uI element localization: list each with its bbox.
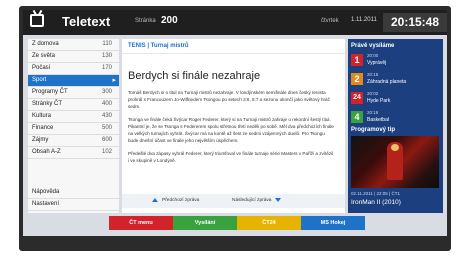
sidebar-item-label: Stránky ČT [32, 101, 63, 107]
now-heading: Právě vysíláme [351, 43, 395, 49]
channel-show: Vyprávěj [367, 60, 387, 66]
previous-article-label: Předchozí zpráva [162, 198, 200, 203]
page-label: Stránka [135, 18, 156, 24]
sidebar-item-nastaveni[interactable]: Nastavení [28, 199, 119, 211]
channel-logo-icon: 2 [351, 73, 363, 85]
right-panel: Právě vysíláme 1 20:00 Vyprávěj 2 20:15 … [348, 39, 443, 213]
sidebar-item-label: Obsah A-Z [32, 149, 61, 155]
promo-title[interactable]: IronMan II (2010) [351, 199, 401, 206]
page-num: 500 [101, 125, 112, 131]
sidebar-item-pocasi[interactable]: Počasí 170 [28, 63, 119, 75]
sidebar-item-stranky-ct[interactable]: Stránky ČT 400 [28, 99, 119, 111]
previous-article-button[interactable]: Předchozí zpráva [152, 196, 199, 206]
sidebar-item-z-domova[interactable]: Z domova 110 [28, 39, 119, 51]
channel-logo-icon: 4 [351, 111, 363, 123]
article-paragraph: Předešlé dva zápasy vyhrál Federer, kter… [128, 151, 334, 163]
sidebar-item-napoveda[interactable]: Nápověda [28, 187, 119, 199]
page-number[interactable]: 200 [161, 15, 178, 26]
channel-show: Záhradná planeta [367, 79, 407, 85]
sidebar-item-finance[interactable]: Finance 500 [28, 123, 119, 135]
channel-logo-icon: 1 [351, 54, 363, 66]
article-section: TENIS | Turnaj mistrů [128, 43, 189, 49]
article-title: Berdych si finále nezahraje [128, 70, 261, 82]
article-panel: TENIS | Turnaj mistrů Berdych si finále … [122, 39, 345, 213]
article-body: Tomáš Berdych si o titul na Turnaji mist… [128, 89, 335, 170]
channel-time: 20:15 [367, 72, 379, 77]
channel-row[interactable]: 4 20:18 Basketbal [351, 109, 439, 127]
arrow-down-icon [275, 197, 282, 202]
page-num: 102 [101, 149, 112, 155]
channel-show: Hyde Park [367, 98, 391, 104]
tip-heading: Programový tip [351, 127, 396, 133]
clock: 20:15:48 [383, 13, 447, 32]
promo-date: 02.11.2011 | 22:05 | ČT1 [351, 191, 400, 196]
day-text: čtvrtek [321, 18, 339, 24]
channel-row[interactable]: 1 20:00 Vyprávěj [351, 52, 439, 70]
page-num: 170 [101, 65, 112, 71]
channel-row[interactable]: 24 20:02 Hyde Park [351, 90, 439, 108]
sidebar-item-label: Počasí [32, 65, 51, 71]
sidebar-item-label: Zájmy [32, 137, 49, 143]
promo-image[interactable] [351, 136, 439, 188]
sidebar-item-ze-sveta[interactable]: Ze světa 130 [28, 51, 119, 63]
article-paragraph: Tomáš Berdych si o titul na Turnaji mist… [128, 90, 330, 109]
sidebar-item-label: Finance [32, 125, 54, 131]
sidebar-item-label: Ze světa [32, 53, 56, 59]
green-button-vysilani[interactable]: Vysílání [173, 216, 237, 230]
sidebar-item-label: Kultura [32, 113, 52, 119]
channel-time: 20:00 [367, 53, 379, 58]
page-num: 130 [101, 53, 112, 59]
channel-logo-icon: 24 [351, 92, 363, 104]
next-article-button[interactable]: Následující zpráva [232, 196, 282, 206]
sidebar-item-sport[interactable]: Sport [28, 75, 119, 87]
channel-time: 20:02 [367, 91, 379, 96]
channel-show: Basketbal [367, 117, 389, 123]
date-text: 1.11.2011 [351, 17, 377, 23]
app-title: Teletext [62, 14, 111, 29]
yellow-button-ct24[interactable]: ČT24 [237, 216, 301, 230]
page-num: 300 [101, 89, 112, 95]
sidebar-item-programy-ct[interactable]: Programy ČT 300 [28, 87, 119, 99]
sidebar-item-zajmy[interactable]: Zájmy 600 [28, 135, 119, 147]
blue-button-ms-hokej[interactable]: MS Hokej [301, 216, 365, 230]
divider [122, 53, 345, 54]
teletext-screen: Teletext Stránka 200 čtvrtek 1.11.2011 2… [23, 10, 447, 236]
sidebar-item-kultura[interactable]: Kultura 430 [28, 111, 119, 123]
arrow-up-icon [152, 197, 158, 202]
header-bar: Teletext Stránka 200 čtvrtek 1.11.2011 2… [23, 10, 447, 35]
article-paragraph: Tsonga ve finále čeká Švýcar Roger Feder… [128, 117, 334, 143]
sidebar-item-label: Sport [32, 77, 47, 83]
tv-icon [30, 14, 44, 27]
channel-row[interactable]: 2 20:15 Záhradná planeta [351, 71, 439, 89]
page-num: 430 [101, 113, 112, 119]
page-num: 600 [101, 137, 112, 143]
next-article-label: Následující zpráva [232, 198, 272, 203]
channel-time: 20:18 [367, 110, 379, 115]
sidebar-item-label: Z domova [32, 41, 59, 47]
page-num: 110 [102, 41, 112, 47]
page-num: 400 [101, 101, 112, 107]
red-button-ct-menu[interactable]: ČT menu [109, 216, 173, 230]
sidebar-item-obsah[interactable]: Obsah A-Z 102 [28, 147, 119, 159]
article-pager: Předchozí zpráva Následující zpráva [122, 194, 345, 208]
sidebar-item-label: Programy ČT [32, 89, 68, 95]
sidebar-nav: Z domova 110 Ze světa 130 Počasí 170 Sport … [28, 39, 119, 213]
